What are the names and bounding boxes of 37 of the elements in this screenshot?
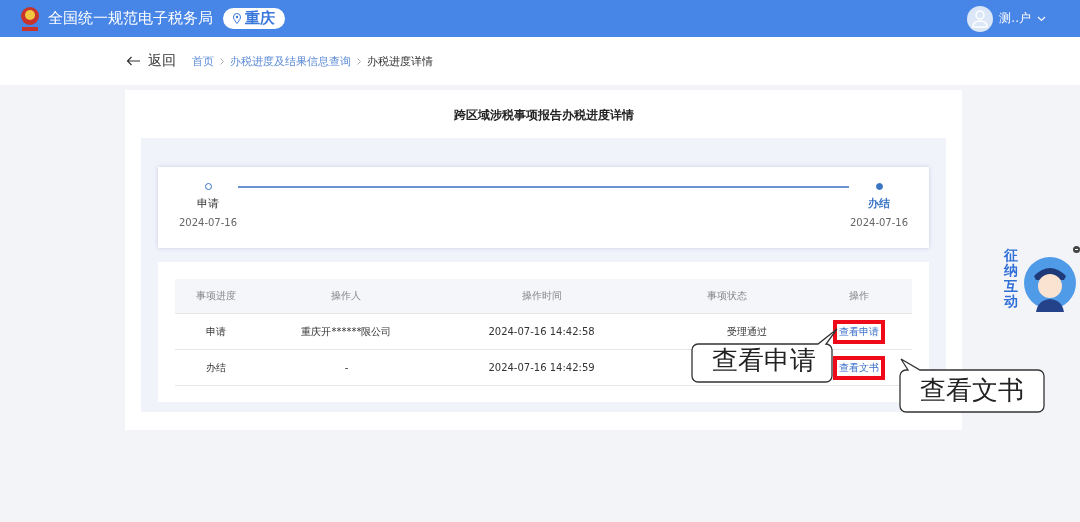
table-cell: 重庆开******限公司 [301,325,392,337]
table-cell: 申请 [205,325,226,337]
arrow-left-icon [126,56,141,66]
step-date: 2024-07-16 [178,217,238,228]
step-label: 申请 [197,196,219,211]
step-date: 2024-07-16 [849,217,909,228]
column-header: 事项状态 [646,279,807,314]
table-cell: 2024-07-16 14:42:59 [488,362,595,373]
action-link[interactable]: 查看申请 [839,325,880,337]
breadcrumb-item[interactable]: 首页 [192,53,214,69]
site-title: 全国统一规范电子税务局 [48,9,213,28]
chevron-right-icon [220,57,224,65]
chevron-right-icon [357,57,361,65]
close-icon[interactable] [1073,246,1080,253]
table-cell: 2024-07-16 14:42:58 [488,326,595,337]
column-header: 事项进度 [175,279,257,314]
widget-label[interactable]: 征纳互动 [1004,248,1018,310]
action-link[interactable]: 查看文书 [839,361,880,373]
page-title: 跨区域涉税事项报告办税进度详情 [452,107,635,124]
table-cell: 办结 [205,361,226,373]
user-name[interactable]: 测..户 [999,10,1031,27]
callout: 查看文书 [898,358,1046,414]
column-header: 操作时间 [436,279,647,314]
step-label: 办结 [868,196,890,211]
emblem-icon [18,4,42,33]
column-header: 操作 [806,279,912,314]
table-cell: 受理通过 [726,324,767,339]
assistant-figure-drawing[interactable] [1024,254,1076,312]
chevron-down-icon[interactable] [1037,15,1046,22]
location-pin-icon [233,13,241,24]
breadcrumb-item: 办税进度详情 [367,53,433,69]
table-cell: - [344,362,349,373]
region-selector[interactable]: 重庆 [223,8,285,29]
back-button[interactable]: 返回 [126,52,176,70]
breadcrumb-item[interactable]: 办税进度及结果信息查询 [230,53,351,69]
column-header: 操作人 [256,279,437,314]
avatar-icon[interactable] [967,5,994,32]
